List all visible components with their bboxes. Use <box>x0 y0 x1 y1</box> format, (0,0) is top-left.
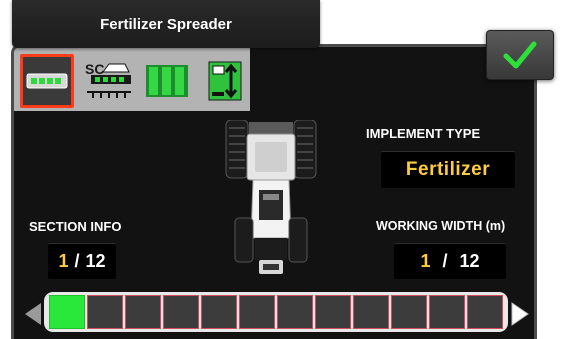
section-cell-9[interactable] <box>353 295 389 329</box>
height-adjust-button[interactable] <box>198 54 252 108</box>
section-control-button[interactable]: SC <box>80 54 134 108</box>
section-current: 1 <box>58 251 69 271</box>
implement-view-button[interactable] <box>20 54 74 108</box>
confirm-button[interactable] <box>486 30 554 80</box>
working-width-field[interactable]: 1 / 12 <box>394 243 506 279</box>
sc-label: SC <box>85 61 104 77</box>
implement-type-field[interactable]: Fertilizer <box>381 151 515 188</box>
working-width-label: WORKING WIDTH (m) <box>376 219 506 233</box>
scroll-right-arrow-icon[interactable] <box>511 302 529 326</box>
scroll-left-arrow-icon[interactable] <box>24 302 42 326</box>
section-cell-10[interactable] <box>391 295 427 329</box>
mode-toolbar: SC <box>14 47 250 111</box>
section-separator: / <box>74 251 80 271</box>
green-sections-icon <box>146 65 188 97</box>
section-total: 12 <box>85 251 106 271</box>
tractor-top-view <box>225 120 317 274</box>
section-cell-1[interactable] <box>49 295 85 329</box>
width-total: 12 <box>459 251 480 271</box>
section-control-icon: SC <box>85 61 131 98</box>
section-cell-2[interactable] <box>87 295 123 329</box>
implement-type-value: Fertilizer <box>405 159 491 180</box>
section-info-field[interactable]: 1 / 12 <box>48 243 116 279</box>
sections-view-button[interactable] <box>140 54 194 108</box>
section-cell-11[interactable] <box>429 295 465 329</box>
section-cell-12[interactable] <box>467 295 503 329</box>
section-cell-6[interactable] <box>239 295 275 329</box>
section-cell-4[interactable] <box>163 295 199 329</box>
checkmark-icon <box>503 41 537 69</box>
implement-type-label: IMPLEMENT TYPE <box>366 126 481 141</box>
implement-bar-icon <box>26 73 68 89</box>
section-cell-5[interactable] <box>201 295 237 329</box>
section-cell-7[interactable] <box>277 295 313 329</box>
section-cell-8[interactable] <box>315 295 351 329</box>
section-cells <box>44 292 508 332</box>
section-cell-3[interactable] <box>125 295 161 329</box>
width-current: 1 <box>420 251 431 271</box>
window-title: Fertilizer Spreader <box>12 0 320 48</box>
height-adjust-icon <box>208 61 242 101</box>
section-bar <box>22 292 530 334</box>
width-separator: / <box>442 251 448 271</box>
section-info-label: SECTION INFO <box>29 219 122 234</box>
